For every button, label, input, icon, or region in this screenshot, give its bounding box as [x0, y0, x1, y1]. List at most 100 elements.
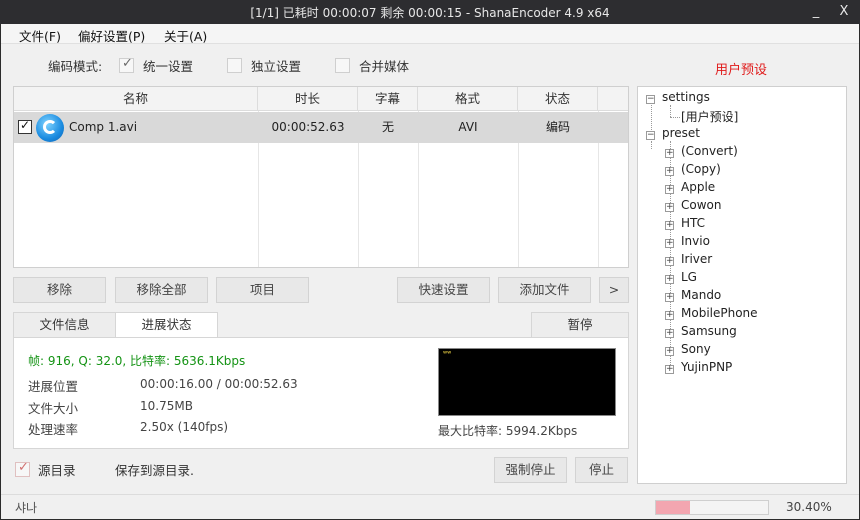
progress-fill: [656, 501, 691, 514]
check-icon: ✓: [122, 56, 133, 71]
tree-line: [670, 105, 671, 117]
source-dir-checkbox[interactable]: ✓: [15, 460, 30, 477]
preset-tree[interactable]: − settings [用户预设] − preset + (Convert) + (C…: [637, 86, 847, 484]
collapse-icon[interactable]: −: [646, 95, 655, 104]
remove-button[interactable]: 移除: [13, 277, 106, 303]
progress-panel: 帧: 916, Q: 32.0, 比特率: 5636.1Kbps 进展位置 00…: [13, 337, 629, 449]
file-duration: 00:00:52.63: [271, 120, 345, 134]
menu-bar: 文件(F) 偏好设置(P) 关于(A): [1, 24, 859, 44]
remove-all-button[interactable]: 移除全部: [115, 277, 208, 303]
expand-icon[interactable]: +: [665, 347, 674, 356]
menu-about[interactable]: 关于(A): [164, 26, 207, 45]
expand-icon[interactable]: +: [665, 203, 674, 212]
collapse-icon[interactable]: −: [646, 131, 655, 140]
expand-icon[interactable]: +: [665, 365, 674, 374]
merge-media-label: 合并媒体: [359, 59, 410, 74]
tree-node-preset-item[interactable]: Apple: [681, 180, 715, 198]
progress-bar: [655, 500, 769, 515]
tree-node-preset-item[interactable]: Samsung: [681, 324, 737, 342]
expand-icon[interactable]: +: [665, 239, 674, 248]
quick-settings-button[interactable]: 快速设置: [397, 277, 490, 303]
bitrate-graph-icon: ʷʷ: [443, 349, 452, 358]
encoding-mode-label: 编码模式:: [48, 59, 103, 74]
tree-node-preset-item[interactable]: Sony: [681, 342, 711, 360]
tree-node-preset-item[interactable]: Mando: [681, 288, 721, 306]
tree-line: [651, 141, 652, 149]
tree-node-preset-item[interactable]: Invio: [681, 234, 710, 252]
row-checkbox[interactable]: ✓: [18, 118, 32, 134]
column-name[interactable]: 名称: [14, 87, 258, 111]
tree-node-preset-item[interactable]: LG: [681, 270, 697, 288]
file-name: Comp 1.avi: [69, 120, 138, 134]
column-duration[interactable]: 时长: [258, 87, 358, 111]
check-icon: ✓: [18, 460, 29, 475]
save-to-source-text: 保存到源目录.: [115, 463, 194, 478]
stop-button[interactable]: 停止: [575, 457, 628, 483]
tree-node-preset-item[interactable]: Cowon: [681, 198, 721, 216]
file-list-header: 名称 时长 字幕 格式 状态: [14, 87, 628, 111]
table-row[interactable]: ✓ Comp 1.avi 00:00:52.63 无 AVI 编码: [14, 112, 628, 143]
column-subtitle[interactable]: 字幕: [358, 87, 418, 111]
merge-media-checkbox[interactable]: [335, 58, 350, 73]
independent-settings-label: 独立设置: [251, 59, 302, 74]
file-size-value: 10.75MB: [140, 399, 193, 413]
file-list[interactable]: 名称 时长 字幕 格式 状态 ✓ Comp 1.avi 00:00:52.63 …: [13, 86, 629, 268]
check-icon: ✓: [20, 118, 31, 132]
tab-progress[interactable]: 进展状态: [115, 312, 218, 338]
force-stop-button[interactable]: 强制停止: [494, 457, 567, 483]
speed-label: 处理速率: [28, 422, 79, 437]
tree-node-preset[interactable]: preset: [662, 126, 700, 144]
expand-icon[interactable]: +: [665, 329, 674, 338]
expand-icon[interactable]: +: [665, 185, 674, 194]
expand-icon[interactable]: +: [665, 149, 674, 158]
tree-node-preset-item[interactable]: (Copy): [681, 162, 721, 180]
expand-icon[interactable]: +: [665, 167, 674, 176]
column-status[interactable]: 状态: [518, 87, 598, 111]
tree-node-preset-item[interactable]: HTC: [681, 216, 705, 234]
shana-file-icon: [36, 114, 64, 142]
unified-settings-label: 统一设置: [143, 59, 194, 74]
independent-settings-checkbox[interactable]: [227, 58, 242, 73]
tree-node-preset-item[interactable]: YujinPNP: [681, 360, 732, 378]
add-file-button[interactable]: 添加文件: [498, 277, 591, 303]
encoding-stats: 帧: 916, Q: 32.0, 比特率: 5636.1Kbps: [28, 354, 246, 368]
main-window: 文件(F) 偏好设置(P) 关于(A) 编码模式: ✓ 统一设置 独立设置 合并…: [1, 24, 859, 519]
menu-preferences[interactable]: 偏好设置(P): [78, 26, 145, 45]
tree-node-preset-item[interactable]: MobilePhone: [681, 306, 758, 324]
expand-icon[interactable]: +: [665, 311, 674, 320]
progress-percent: 30.40%: [786, 500, 832, 514]
window-title: [1/1] 已耗时 00:00:07 剩余 00:00:15 - ShanaEn…: [250, 6, 610, 20]
unified-settings-checkbox[interactable]: ✓: [119, 56, 134, 73]
title-bar: [1/1] 已耗时 00:00:07 剩余 00:00:15 - ShanaEn…: [0, 0, 860, 24]
speed-value: 2.50x (140fps): [140, 420, 228, 434]
pause-button[interactable]: 暂停: [531, 312, 629, 338]
status-bar: 샤나 30.40%: [1, 494, 859, 519]
status-text: 샤나: [15, 501, 38, 515]
menu-file[interactable]: 文件(F): [19, 26, 61, 45]
user-preset-title: 用户预设: [715, 63, 768, 78]
position-label: 进展位置: [28, 379, 79, 394]
expand-icon[interactable]: +: [665, 275, 674, 284]
column-format[interactable]: 格式: [418, 87, 518, 111]
tree-line: [670, 117, 680, 118]
source-dir-label: 源目录: [38, 463, 76, 478]
info-tabs: 文件信息 进展状态 暂停: [13, 312, 629, 338]
tab-file-info[interactable]: 文件信息: [13, 312, 116, 338]
expand-icon[interactable]: +: [665, 221, 674, 230]
file-status: 编码: [545, 120, 570, 134]
tree-line: [651, 105, 652, 132]
file-size-label: 文件大小: [28, 401, 79, 416]
more-button[interactable]: >: [599, 277, 629, 303]
max-bitrate: 最大比特率: 5994.2Kbps: [438, 424, 578, 438]
minimize-button[interactable]: _: [806, 2, 826, 22]
position-value: 00:00:16.00 / 00:00:52.63: [140, 377, 298, 391]
file-format: AVI: [458, 120, 478, 134]
close-button[interactable]: X: [834, 2, 854, 22]
tree-node-preset-item[interactable]: Iriver: [681, 252, 712, 270]
tree-node-preset-item[interactable]: (Convert): [681, 144, 738, 162]
expand-icon[interactable]: +: [665, 293, 674, 302]
item-button[interactable]: 项目: [216, 277, 309, 303]
expand-icon[interactable]: +: [665, 257, 674, 266]
tree-node-user-preset[interactable]: [用户预设]: [681, 108, 738, 126]
file-subtitle: 无: [381, 120, 394, 134]
